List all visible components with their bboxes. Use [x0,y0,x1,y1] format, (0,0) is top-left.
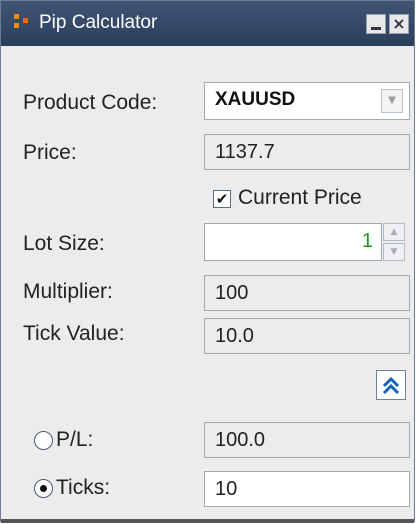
lot-size-label: Lot Size: [23,232,105,255]
lot-size-increment-button[interactable]: ▲ [383,223,405,241]
multiplier-label: Multiplier: [23,280,113,303]
title-bar[interactable]: Pip Calculator × [1,1,414,46]
pl-field: 100.0 [204,422,410,458]
pl-label: P/L: [56,428,94,451]
lot-size-value: 1 [361,230,373,252]
ticks-radio[interactable] [34,479,53,498]
collapse-button[interactable] [376,370,406,400]
current-price-label: Current Price [238,186,362,209]
product-code-dropdown[interactable]: XAUUSD ▼ [204,82,410,120]
current-price-checkbox[interactable]: ✔ [213,190,231,208]
tick-value-field: 10.0 [204,318,410,354]
tick-value-label: Tick Value: [23,322,125,345]
ticks-input[interactable]: 10 [204,471,410,507]
bottom-border [1,519,414,523]
pl-radio[interactable] [34,431,53,450]
chevron-down-icon[interactable]: ▼ [381,89,403,113]
app-icon [14,14,28,28]
lot-size-input[interactable]: 1 [204,223,382,261]
price-field: 1137.7 [204,134,410,170]
multiplier-field: 100 [204,275,410,311]
double-chevron-up-icon [382,376,400,395]
ticks-label: Ticks: [56,476,111,499]
product-code-value: XAUUSD [215,89,296,110]
window-title: Pip Calculator [39,12,158,33]
lot-size-decrement-button[interactable]: ▼ [383,243,405,261]
pip-calculator-window: Pip Calculator × Product Code: XAUUSD ▼ … [0,0,415,523]
minimize-button[interactable] [366,14,386,34]
price-label: Price: [23,141,77,164]
product-code-label: Product Code: [23,91,158,114]
close-button[interactable]: × [389,14,409,34]
